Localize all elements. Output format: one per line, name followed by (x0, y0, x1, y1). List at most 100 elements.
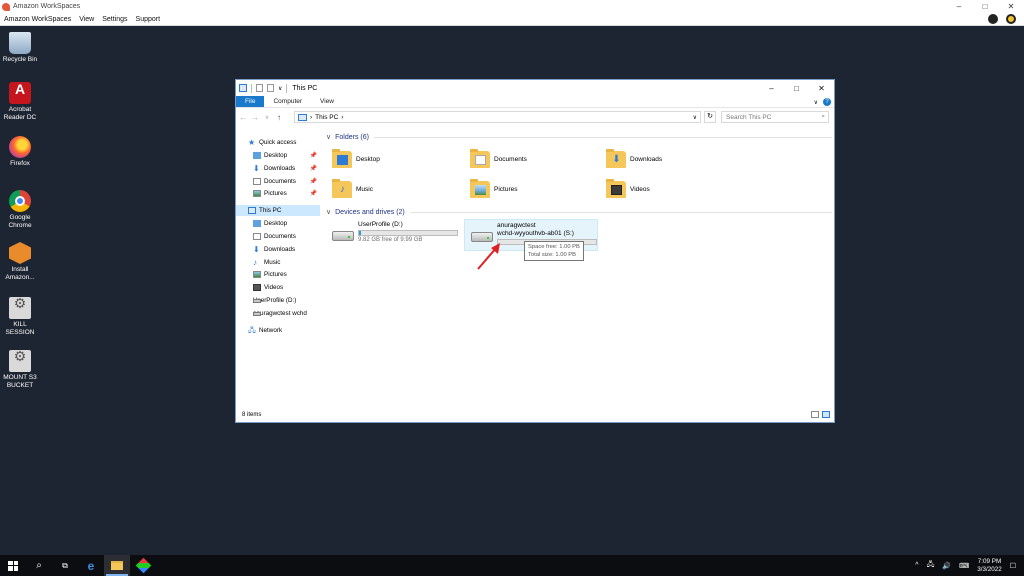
nav-pc-documents[interactable]: Documents (236, 231, 320, 242)
drive-name-line2: wchd-wyyouthvb-ab01 (S:) (497, 230, 574, 237)
folder-label: Videos (630, 185, 650, 193)
folder-label: Downloads (630, 155, 663, 163)
folder-music[interactable]: ♪ Music (332, 178, 452, 200)
desktop-icon-recycle-bin[interactable]: Recycle Bin (0, 32, 40, 64)
desktop-icon-mount-s3-bucket[interactable]: MOUNT S3 BUCKET (0, 350, 40, 390)
explorer-maximize-button[interactable]: □ (784, 80, 809, 96)
menu-view[interactable]: View (79, 16, 94, 23)
folder-downloads[interactable]: ⬇ Downloads (606, 148, 726, 170)
nav-qa-desktop[interactable]: Desktop 📌 (236, 150, 320, 161)
show-hidden-icons-button[interactable]: ^ (915, 562, 918, 569)
recent-locations-icon[interactable]: ∨ (262, 114, 272, 121)
desktop-icon-label: MOUNT S3 BUCKET (3, 374, 37, 389)
nav-pc-desktop[interactable]: Desktop (236, 218, 320, 229)
desktop-icon-chrome[interactable]: Google Chrome (0, 190, 40, 230)
tiles-view-button[interactable] (822, 411, 830, 418)
nav-pc-music[interactable]: ♪ Music (236, 257, 320, 268)
drive-name: anuragwctest (497, 222, 536, 229)
network-status-icon[interactable] (988, 14, 998, 24)
address-bar[interactable]: › This PC › ∨ (294, 111, 701, 123)
details-view-button[interactable] (811, 411, 819, 418)
network-icon: 🖧 (248, 327, 256, 334)
nav-label: Pictures (264, 190, 287, 197)
expand-ribbon-icon[interactable]: ∨ (814, 99, 818, 106)
search-placeholder: Search This PC (726, 113, 772, 121)
desktop-icon (253, 152, 261, 159)
properties-icon[interactable] (256, 84, 263, 92)
nav-network[interactable]: 🖧 Network (236, 325, 320, 336)
tab-computer[interactable]: Computer (264, 96, 311, 107)
start-button[interactable] (0, 555, 26, 576)
tooltip-space-free: Space free: 1.00 PB (528, 244, 580, 250)
taskbar: ⌕ ⧉ e ^ 🖧 🔊 ⌨ 7:09 PM 3/3/2022 ☐ (0, 555, 1024, 576)
nav-qa-downloads[interactable]: ⬇ Downloads 📌 (236, 163, 320, 174)
taskbar-file-explorer[interactable] (104, 555, 130, 576)
folder-pictures[interactable]: Pictures (470, 178, 590, 200)
refresh-button[interactable]: ↻ (704, 111, 716, 123)
nav-label: anuragwctest wchd (253, 310, 307, 317)
help-icon[interactable]: ? (823, 98, 831, 106)
address-separator[interactable]: › (341, 114, 343, 121)
drive-userprofile[interactable]: UserProfile (D:) 9.82 GB free of 9.99 GB (326, 219, 462, 251)
up-arrow-icon[interactable]: ↑ (274, 113, 284, 122)
volume-icon[interactable]: 🔊 (942, 562, 951, 570)
desktop-icon-kill-session[interactable]: KILL SESSION (0, 297, 40, 337)
nav-qa-pictures[interactable]: Pictures 📌 (236, 188, 320, 199)
folder-documents[interactable]: Documents (470, 148, 590, 170)
forward-arrow-icon[interactable]: → (250, 113, 260, 122)
folder-videos[interactable]: Videos (606, 178, 726, 200)
collapse-chevron-icon: ∨ (326, 209, 332, 216)
drive-info: UserProfile (D:) 9.82 GB free of 9.99 GB (358, 219, 458, 244)
address-dropdown-icon[interactable]: ∨ (693, 114, 697, 121)
drive-free-space: 9.82 GB free of 9.99 GB (358, 237, 423, 243)
windows-logo-icon (8, 560, 18, 571)
notifications-icon[interactable]: ☐ (1010, 562, 1016, 570)
tab-view[interactable]: View (311, 96, 343, 107)
desktop-icon-acrobat[interactable]: Acrobat Reader DC (0, 82, 40, 122)
folder-desktop[interactable]: Desktop (332, 148, 452, 170)
menu-settings[interactable]: Settings (102, 16, 127, 23)
pin-icon: 📌 (309, 153, 317, 159)
bee-icon[interactable] (1006, 14, 1016, 24)
nav-pc-userprofile-drive[interactable]: UserProfile (D:) (236, 295, 320, 306)
divider (409, 211, 832, 213)
drives-group-header[interactable]: ∨ Devices and drives (2) (326, 207, 832, 217)
taskbar-app[interactable] (130, 555, 156, 576)
new-folder-icon[interactable] (267, 84, 274, 92)
nav-label: Videos (264, 284, 284, 291)
nav-pc-pictures[interactable]: Pictures (236, 269, 320, 280)
search-button[interactable]: ⌕ (26, 555, 52, 576)
clock[interactable]: 7:09 PM 3/3/2022 (977, 558, 1002, 574)
taskbar-internet-explorer[interactable]: e (78, 555, 104, 576)
desktop-icon-install-amazon[interactable]: Install Amazon... (0, 242, 40, 282)
network-tray-icon[interactable]: 🖧 (927, 560, 935, 571)
nav-quick-access[interactable]: ★ Quick access (236, 137, 320, 148)
desktop-icon-label: Install Amazon... (5, 266, 35, 281)
tab-file[interactable]: File (236, 96, 265, 107)
language-icon[interactable]: ⌨ (959, 562, 969, 570)
content-pane: ∨ Folders (6) Desktop Documents ⬇ Downlo… (322, 130, 834, 408)
menu-support[interactable]: Support (136, 16, 161, 23)
explorer-minimize-button[interactable]: – (759, 80, 784, 96)
nav-pc-s3-drive[interactable]: anuragwctest wchd (236, 308, 320, 319)
address-location[interactable]: This PC (315, 114, 338, 121)
documents-overlay-icon (475, 154, 486, 165)
desktop-icon-firefox[interactable]: Firefox (0, 136, 40, 168)
back-arrow-icon[interactable]: ← (238, 113, 248, 122)
nav-qa-documents[interactable]: Documents 📌 (236, 176, 320, 187)
task-view-button[interactable]: ⧉ (52, 555, 78, 576)
search-input[interactable]: Search This PC ⌕ (721, 111, 829, 123)
nav-pc-downloads[interactable]: ⬇ Downloads (236, 244, 320, 255)
menu-amazon-workspaces[interactable]: Amazon WorkSpaces (4, 16, 71, 23)
nav-pc-videos[interactable]: Videos (236, 282, 320, 293)
workspaces-maximize-button[interactable]: □ (972, 0, 998, 13)
documents-icon (253, 233, 261, 240)
workspaces-minimize-button[interactable]: – (946, 0, 972, 13)
workspaces-close-button[interactable]: ✕ (998, 0, 1024, 13)
nav-label: This PC (259, 207, 282, 214)
nav-this-pc[interactable]: This PC (236, 205, 320, 216)
this-pc-icon (239, 84, 247, 92)
quick-access-dropdown-icon[interactable]: ∨ (278, 85, 282, 92)
folders-group-header[interactable]: ∨ Folders (6) (326, 132, 832, 142)
explorer-close-button[interactable]: ✕ (809, 80, 834, 96)
